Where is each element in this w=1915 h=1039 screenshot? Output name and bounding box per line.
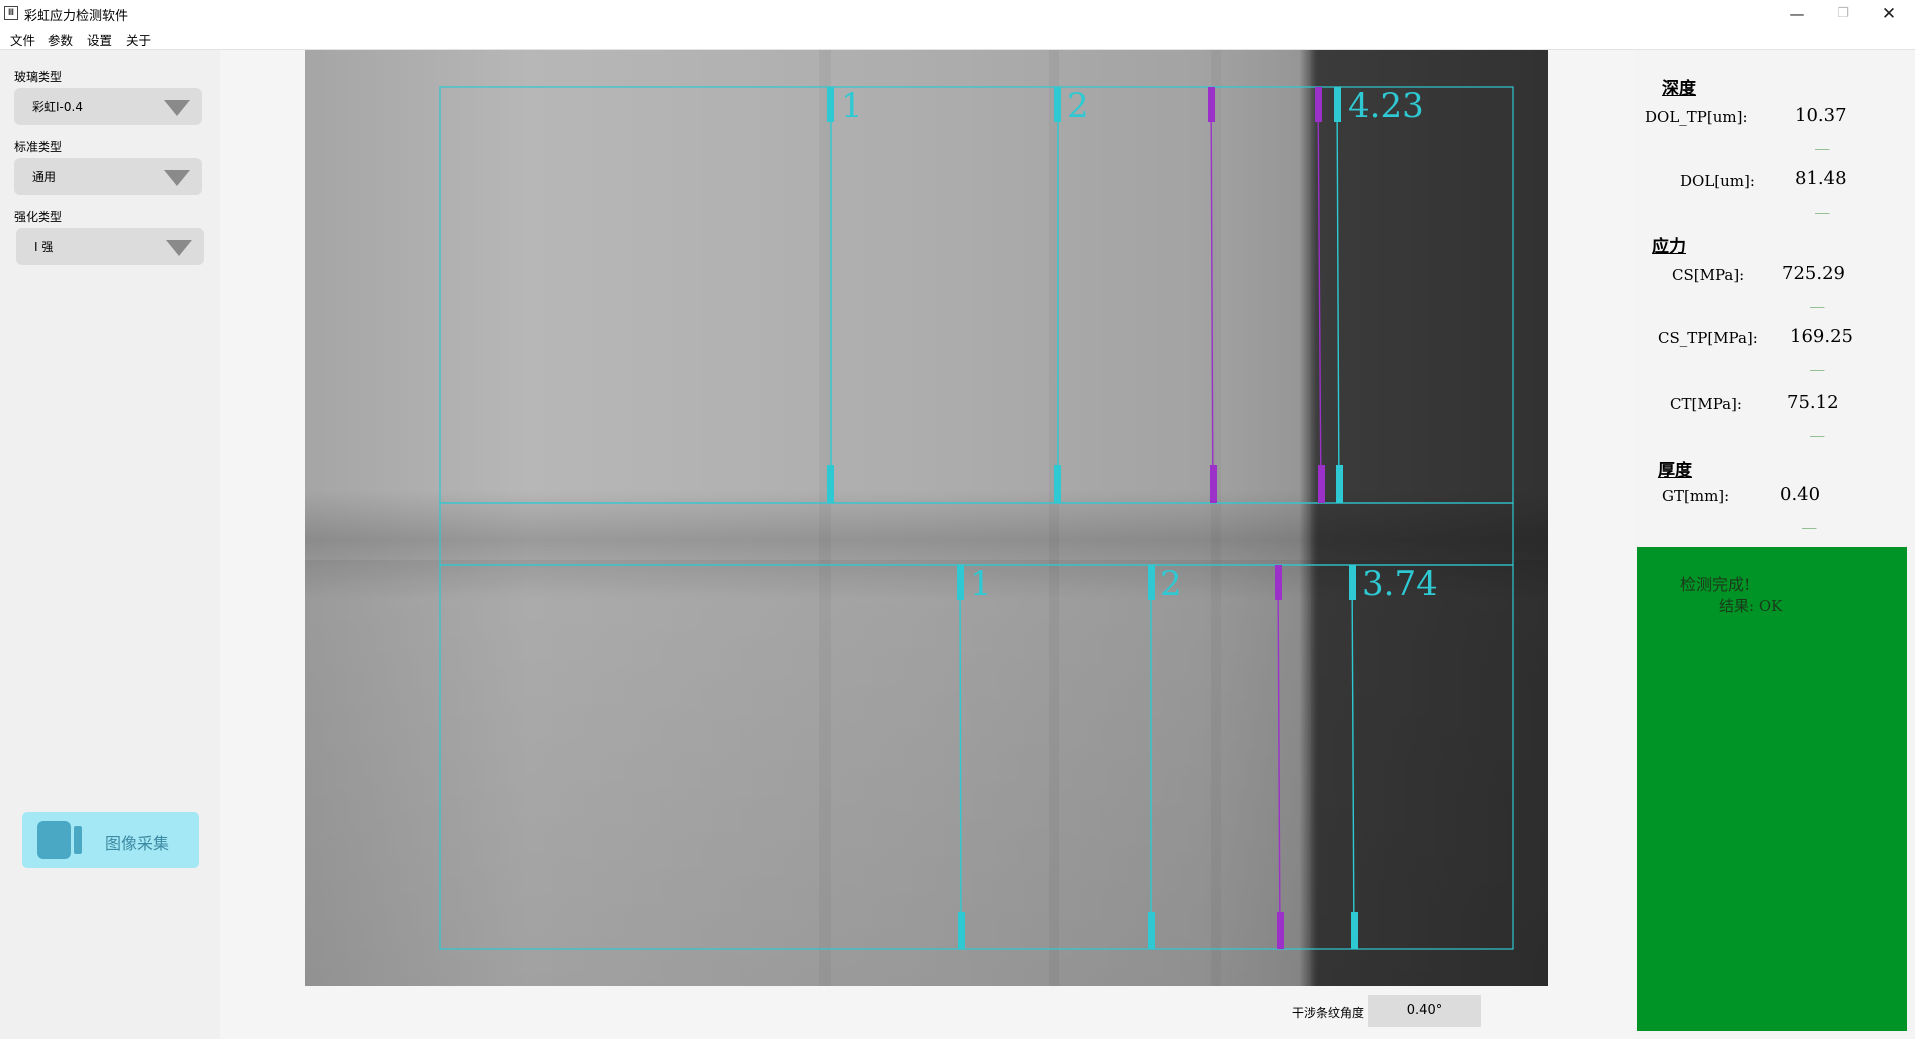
cs-dash: __ — [1810, 294, 1825, 308]
cs-tp-label: CS_TP[MPa]: — [1658, 329, 1758, 347]
bottom-marker-1-label: 1 — [970, 564, 992, 604]
top-result-label: 4.23 — [1348, 86, 1424, 126]
dol-value: 81.48 — [1795, 168, 1847, 189]
camera-image-view: 1 2 4.23 1 2 3.74 — [305, 50, 1548, 986]
fringe-angle-label: 干涉条纹角度 — [1292, 1006, 1365, 1020]
standard-type-value: 通用 — [32, 170, 57, 184]
top-marker-2-label: 2 — [1067, 86, 1089, 126]
bottom-result-label: 3.74 — [1362, 564, 1438, 604]
thickness-section-title: 厚度 — [1658, 461, 1692, 481]
fringe-angle-value: 0.40° — [1406, 1003, 1443, 1018]
status-message: 检测完成! — [1680, 575, 1751, 594]
gt-dash: __ — [1802, 515, 1817, 529]
menu-params[interactable]: 参数 — [48, 30, 73, 49]
strengthen-type-value: I 强 — [34, 240, 54, 254]
dol-dash: __ — [1815, 200, 1830, 214]
image-capture-label: 图像采集 — [105, 834, 170, 853]
dropdown-arrow-icon — [166, 240, 192, 256]
stress-section-title: 应力 — [1652, 237, 1686, 257]
cs-label: CS[MPa]: — [1672, 266, 1745, 284]
gt-value: 0.40 — [1780, 484, 1821, 505]
dol-tp-dash: __ — [1815, 136, 1830, 150]
minimize-button[interactable]: — — [1774, 0, 1820, 28]
close-button[interactable]: ✕ — [1866, 0, 1912, 28]
window-title: 彩虹应力检测软件 — [24, 9, 129, 24]
cs-value: 725.29 — [1782, 263, 1845, 284]
app-icon: Ⅲ — [4, 6, 18, 20]
ct-dash: __ — [1810, 423, 1825, 437]
glass-type-select[interactable]: 彩虹I-0.4 — [14, 88, 202, 125]
glass-type-label: 玻璃类型 — [14, 70, 63, 84]
gt-label: GT[mm]: — [1662, 487, 1730, 505]
status-result: 结果: OK — [1719, 597, 1783, 615]
status-box: 检测完成! 结果: OK — [1637, 547, 1907, 1031]
title-bar: Ⅲ 彩虹应力检测软件 — ❐ ✕ — [0, 0, 1915, 28]
restore-button[interactable]: ❐ — [1820, 0, 1866, 28]
fringe-angle-field[interactable]: 0.40° — [1368, 995, 1481, 1027]
cs-tp-dash: __ — [1810, 357, 1825, 371]
menu-settings[interactable]: 设置 — [87, 30, 112, 49]
menu-bar: 文件 参数 设置 关于 — [0, 28, 1915, 50]
dropdown-arrow-icon — [164, 170, 190, 186]
dropdown-arrow-icon — [164, 100, 190, 116]
bottom-marker-2-label: 2 — [1160, 564, 1182, 604]
image-capture-button[interactable]: 图像采集 — [22, 812, 199, 868]
ct-value: 75.12 — [1787, 392, 1839, 413]
dol-tp-value: 10.37 — [1795, 105, 1847, 126]
ct-label: CT[MPa]: — [1670, 395, 1742, 413]
depth-section-title: 深度 — [1662, 79, 1696, 99]
cs-tp-value: 169.25 — [1790, 326, 1853, 347]
standard-type-label: 标准类型 — [14, 140, 63, 154]
dol-tp-label: DOL_TP[um]: — [1645, 108, 1748, 126]
top-marker-1-label: 1 — [841, 86, 863, 126]
strengthen-type-select[interactable]: I 强 — [16, 228, 204, 265]
glass-type-value: 彩虹I-0.4 — [32, 100, 83, 114]
menu-file[interactable]: 文件 — [10, 30, 35, 49]
strengthen-type-label: 强化类型 — [14, 210, 63, 224]
dol-label: DOL[um]: — [1680, 172, 1755, 190]
standard-type-select[interactable]: 通用 — [14, 158, 202, 195]
menu-about[interactable]: 关于 — [126, 30, 151, 49]
